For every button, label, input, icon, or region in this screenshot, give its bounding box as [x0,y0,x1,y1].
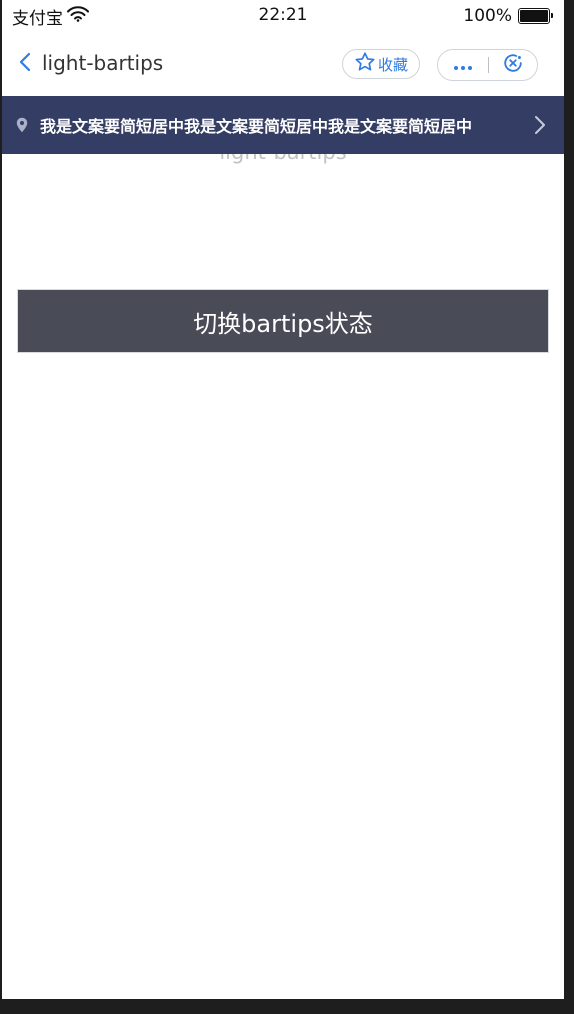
battery-icon [518,8,553,24]
target-close-icon [502,52,524,78]
battery-percent: 100% [463,6,512,26]
close-button[interactable] [489,50,537,80]
ellipsis-icon [453,56,473,75]
more-button[interactable] [438,50,488,80]
status-battery-group: 100% [463,6,553,26]
nav-title: light-bartips [42,51,164,75]
toggle-bartips-button[interactable]: 切换bartips状态 [17,289,549,353]
tips-text: 我是文案要简短居中我是文案要简短居中我是文案要简短居中 [40,117,473,136]
tips-bar[interactable]: 我是文案要简短居中我是文案要简短居中我是文案要简短居中 [2,96,564,154]
chevron-right-icon [534,114,546,136]
app-screen: 支付宝 22:21 100% light-bartips 收藏 我是文案要简短居… [2,0,564,999]
nav-bar: light-bartips 收藏 [2,34,564,96]
favorite-label: 收藏 [377,55,408,74]
back-button[interactable] [14,50,36,78]
mini-program-capsule [437,49,538,81]
battery-cap [551,13,553,18]
battery-fill [520,10,548,22]
status-bar: 支付宝 22:21 100% [2,0,564,34]
star-outline-icon [354,51,376,77]
chevron-left-icon [19,52,31,76]
favorite-button[interactable]: 收藏 [342,49,420,79]
location-pin-icon [16,117,28,133]
